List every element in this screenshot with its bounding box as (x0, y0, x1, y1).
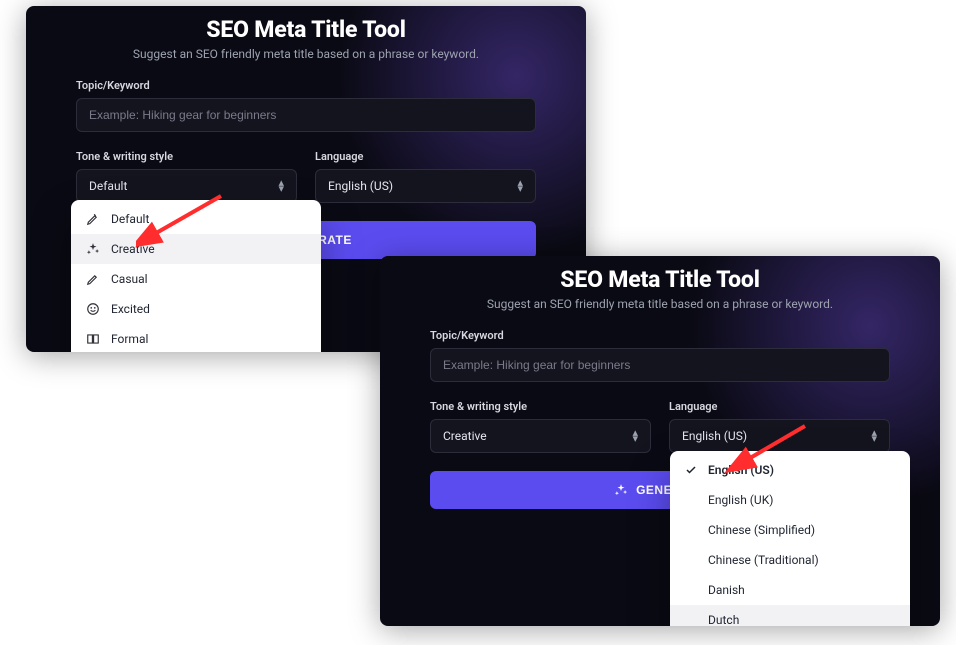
language-value: English (US) (328, 179, 393, 193)
lang-option-da[interactable]: Danish (670, 575, 910, 605)
spacer (684, 553, 698, 567)
tone-option-label: Excited (111, 302, 150, 316)
lang-option-label: Danish (708, 583, 745, 597)
chevron-updown-icon (517, 179, 523, 193)
lang-option-en-uk[interactable]: English (UK) (670, 485, 910, 515)
language-label: Language (669, 400, 890, 413)
lang-option-zh-tw[interactable]: Chinese (Traditional) (670, 545, 910, 575)
spacer (684, 583, 698, 597)
lang-option-zh-cn[interactable]: Chinese (Simplified) (670, 515, 910, 545)
lang-option-label: English (UK) (708, 493, 773, 507)
pencil-icon (85, 211, 101, 227)
spacer (684, 523, 698, 537)
topic-label: Topic/Keyword (76, 79, 536, 92)
lang-option-nl[interactable]: Dutch (670, 605, 910, 626)
book-icon (85, 331, 101, 347)
sparkle-icon (85, 241, 101, 257)
page-subtitle: Suggest an SEO friendly meta title based… (76, 47, 536, 61)
spacer (684, 493, 698, 507)
tone-option-casual[interactable]: Casual (71, 264, 321, 294)
smile-icon (85, 301, 101, 317)
panel-language-open: SEO Meta Title Tool Suggest an SEO frien… (380, 256, 940, 626)
tone-select[interactable]: Creative (430, 419, 651, 453)
lang-option-label: Chinese (Traditional) (708, 553, 819, 567)
tone-label: Tone & writing style (76, 150, 297, 163)
check-icon (684, 463, 698, 477)
lang-option-label: Chinese (Simplified) (708, 523, 815, 537)
page-subtitle: Suggest an SEO friendly meta title based… (430, 297, 890, 311)
tone-value: Creative (443, 429, 487, 443)
topic-label: Topic/Keyword (430, 329, 890, 342)
page-title: SEO Meta Title Tool (76, 16, 536, 43)
annotation-arrow (136, 191, 236, 251)
annotation-arrow (720, 421, 820, 481)
tone-option-formal[interactable]: Formal (71, 324, 321, 352)
pen-icon (85, 271, 101, 287)
lang-option-label: Dutch (708, 613, 739, 626)
spacer (684, 613, 698, 626)
tone-label: Tone & writing style (430, 400, 651, 413)
chevron-updown-icon (278, 179, 284, 193)
language-label: Language (315, 150, 536, 163)
tone-option-label: Formal (111, 332, 148, 346)
tone-value: Default (89, 179, 127, 193)
sparkle-icon (614, 483, 628, 497)
topic-input[interactable] (76, 98, 536, 132)
topic-input[interactable] (430, 348, 890, 382)
page-title: SEO Meta Title Tool (430, 266, 890, 293)
language-select[interactable]: English (US) (315, 169, 536, 203)
chevron-updown-icon (632, 429, 638, 443)
tone-option-label: Casual (111, 272, 148, 286)
chevron-updown-icon (871, 429, 877, 443)
tone-option-excited[interactable]: Excited (71, 294, 321, 324)
